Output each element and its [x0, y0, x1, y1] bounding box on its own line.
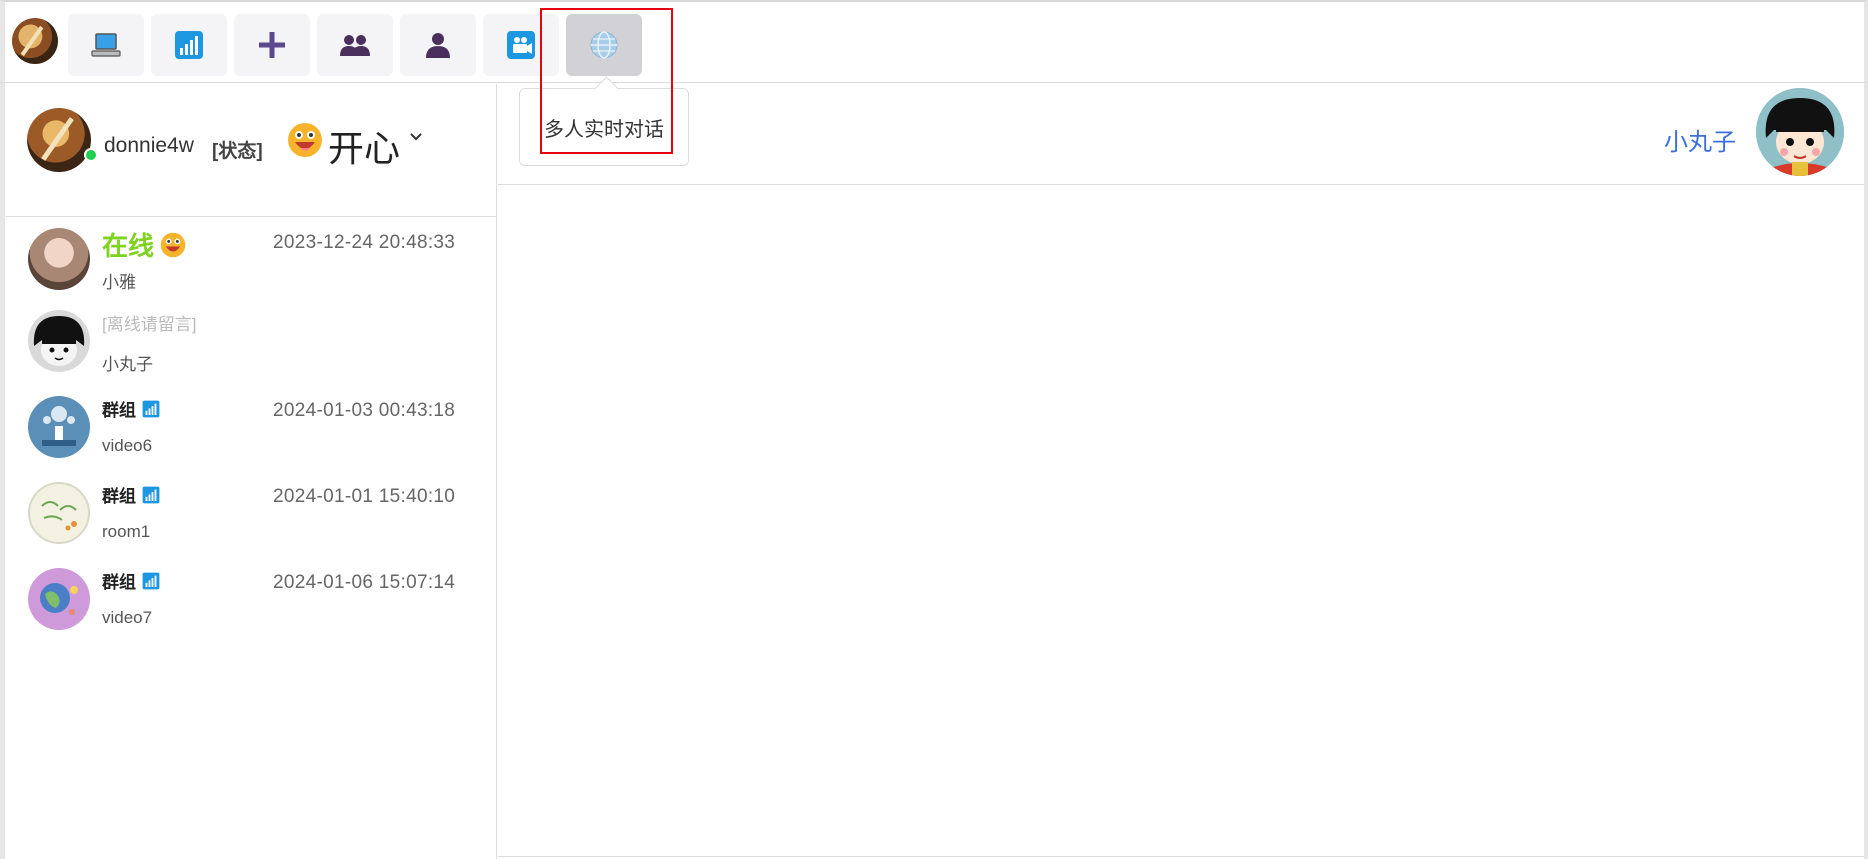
contacts-button[interactable]: [400, 14, 476, 76]
conversation-name: room1: [102, 522, 151, 541]
groups-button[interactable]: [317, 14, 393, 76]
conversation-title: 在线: [102, 226, 186, 263]
conversation-title: 群组: [102, 482, 160, 507]
peer-name[interactable]: 小丸子: [1664, 122, 1736, 157]
my-avatar[interactable]: [27, 108, 91, 172]
peer-avatar[interactable]: [1756, 88, 1844, 176]
conversation-title: 群组: [102, 568, 160, 593]
mood-selector[interactable]: 开心: [328, 120, 400, 172]
group-purple-avatar: [28, 568, 90, 630]
computer-button[interactable]: [68, 14, 144, 76]
maruko-bw-avatar: [28, 310, 90, 372]
top-toolbar: [0, 0, 1868, 83]
smile-emoji-icon: [160, 232, 186, 257]
conversation-item[interactable]: [离线请留言] 小丸子: [5, 300, 496, 380]
signal-bars-icon: [142, 572, 160, 589]
sidebar: donnie4w [状态] 开心 在线 2023-12-24 20:48:33 …: [5, 84, 497, 859]
conversation-name: 小雅: [102, 273, 136, 292]
online-status-dot: [84, 148, 98, 162]
profile-panel: donnie4w [状态] 开心: [5, 84, 496, 217]
multi-chat-button[interactable]: [566, 14, 642, 76]
toolbar-avatar[interactable]: [12, 18, 58, 64]
smile-emoji-icon[interactable]: [287, 122, 323, 158]
computer-icon: [91, 33, 121, 57]
signal-bars-icon: [142, 400, 160, 417]
signal-bars-icon: [175, 31, 203, 59]
chat-header: 小丸子: [498, 84, 1864, 185]
user-icon: [426, 33, 450, 58]
conversation-time: 2023-12-24 20:48:33: [273, 232, 456, 253]
signal-button[interactable]: [151, 14, 227, 76]
plus-icon: [259, 32, 285, 58]
conversation-name: 小丸子: [102, 355, 153, 374]
conversation-time: 2024-01-06 15:07:14: [273, 572, 456, 593]
multi-chat-tooltip: 多人实时对话: [519, 88, 689, 166]
video-button[interactable]: [483, 14, 559, 76]
chevron-down-icon[interactable]: [409, 132, 423, 142]
video-camera-icon: [507, 31, 535, 59]
conversation-time: 2024-01-01 15:40:10: [273, 486, 456, 507]
group-blue-avatar: [28, 396, 90, 458]
conversation-time: 2024-01-03 00:43:18: [273, 400, 456, 421]
conversation-item[interactable]: 群组 2024-01-03 00:43:18 video6: [5, 386, 496, 466]
add-button[interactable]: [234, 14, 310, 76]
conversation-name: video6: [102, 436, 153, 455]
username: donnie4w: [104, 134, 194, 157]
group-users-icon: [340, 35, 370, 56]
conversation-item[interactable]: 群组 2024-01-06 15:07:14 video7: [5, 558, 496, 638]
conversation-title: 群组: [102, 396, 160, 421]
girl-avatar: [28, 228, 90, 290]
status-label[interactable]: [状态]: [212, 136, 263, 163]
conversation-title: [离线请留言]: [102, 315, 197, 334]
chat-area: 小丸子: [498, 84, 1864, 859]
conversation-name: video7: [102, 608, 153, 627]
conversation-item[interactable]: 群组 2024-01-01 15:40:10 room1: [5, 472, 496, 552]
group-green-avatar: [28, 482, 90, 544]
globe-icon: [590, 31, 618, 59]
conversation-item[interactable]: 在线 2023-12-24 20:48:33 小雅: [5, 218, 496, 298]
signal-bars-icon: [142, 486, 160, 503]
